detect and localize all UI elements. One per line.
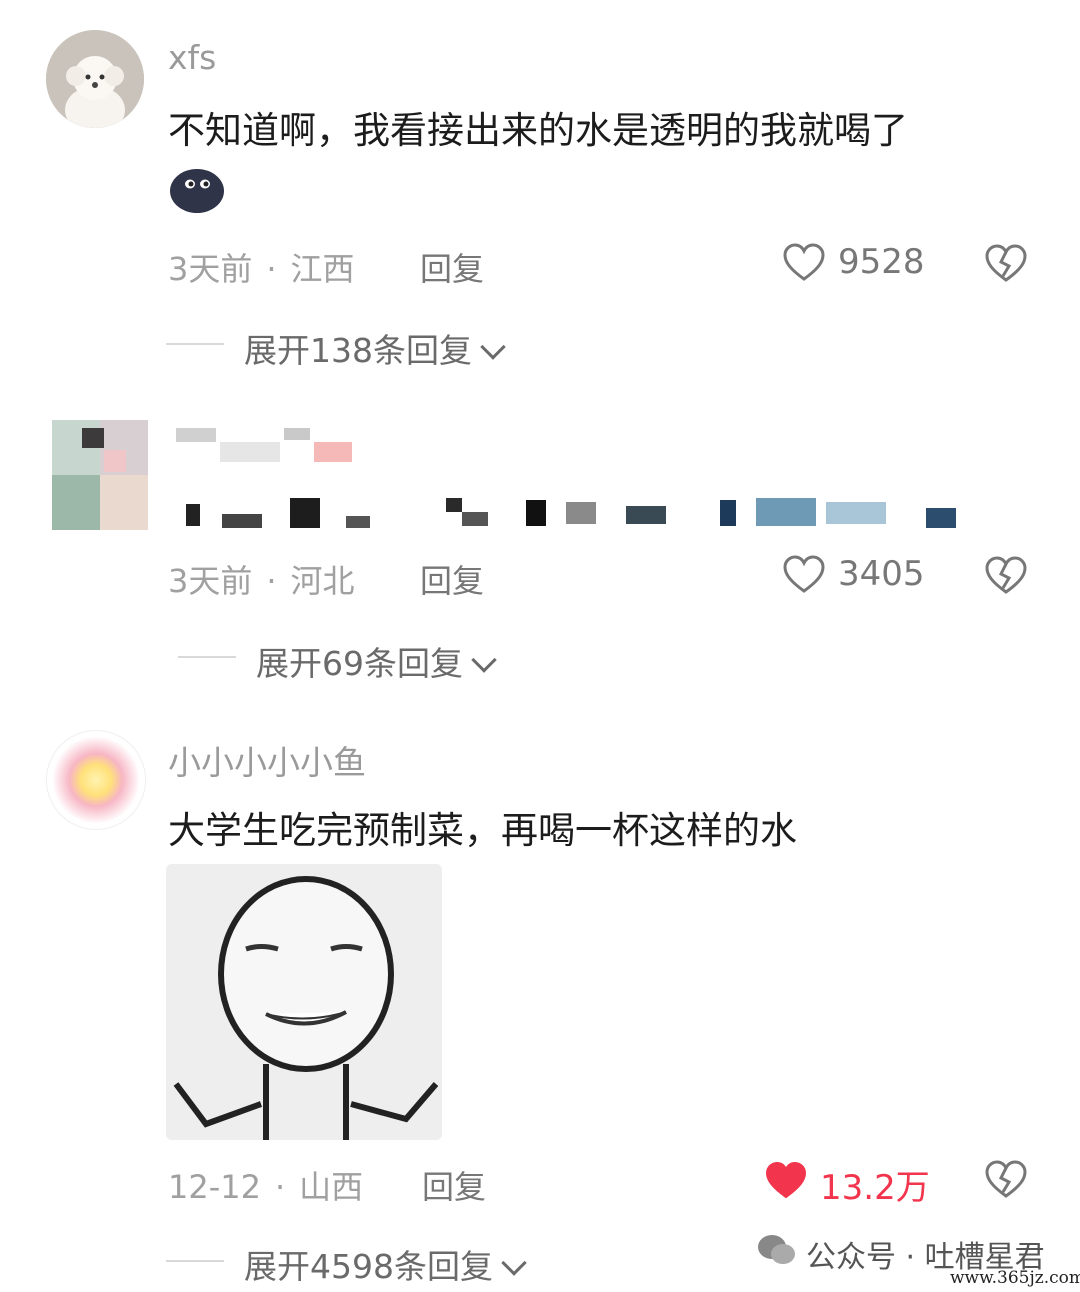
glow-circle-avatar-icon (47, 731, 145, 829)
comment-text: 大学生吃完预制菜，再喝一杯这样的水 (168, 809, 797, 852)
reply-button[interactable]: 回复 (420, 244, 484, 290)
user-avatar[interactable] (46, 730, 146, 830)
meta-separator: · (266, 250, 277, 288)
dog-avatar-icon (46, 30, 144, 128)
comment-text: 不知道啊，我看接出来的水是透明的我就喝了 (168, 109, 908, 152)
heart-icon[interactable] (782, 554, 826, 594)
broken-heart-icon[interactable] (984, 1158, 1028, 1200)
expand-replies-label: 展开4598条回复 (244, 1247, 493, 1286)
expand-replies-button[interactable]: 展开69条回复 (256, 637, 497, 685)
comment-location: 江西 (290, 250, 355, 288)
expand-divider (166, 1260, 224, 1262)
reply-button[interactable]: 回复 (422, 1162, 486, 1208)
comment-time: 3天前 (168, 250, 253, 288)
comment-meta: 3天前 · 江西 (168, 244, 355, 290)
expand-divider (166, 343, 224, 345)
expand-replies-button[interactable]: 展开138条回复 (244, 324, 506, 372)
comment-meta: 3天前 · 河北 (168, 556, 355, 602)
expand-replies-label: 展开138条回复 (244, 331, 472, 370)
chevron-down-icon (480, 334, 506, 360)
meta-separator: · (266, 562, 277, 600)
meta-separator: · (274, 1168, 286, 1206)
heart-filled-icon[interactable] (764, 1160, 808, 1200)
chevron-down-icon (501, 1250, 527, 1276)
expand-replies-button[interactable]: 展开4598条回复 (244, 1240, 527, 1288)
reply-button[interactable]: 回复 (420, 556, 484, 602)
wechat-logo-icon (756, 1232, 798, 1268)
broken-heart-icon[interactable] (984, 242, 1028, 284)
smiling-face-sticker[interactable] (166, 864, 442, 1140)
heart-icon[interactable] (782, 242, 826, 282)
pixelated-comment-text (186, 494, 966, 534)
expand-divider (178, 656, 236, 658)
dark-blob-emoji-icon (168, 164, 226, 214)
chevron-down-icon (471, 647, 497, 673)
like-count: 9528 (838, 242, 925, 282)
username[interactable]: xfs (168, 38, 216, 77)
pixelated-username (176, 428, 356, 462)
comment-location: 山西 (299, 1168, 364, 1206)
comment-meta: 12-12 · 山西 (168, 1162, 363, 1208)
comment-location: 河北 (290, 562, 355, 600)
pixelated-avatar[interactable] (52, 420, 148, 530)
watermark-url: www.365jz.com (950, 1268, 1080, 1288)
expand-replies-label: 展开69条回复 (256, 644, 463, 683)
like-count: 3405 (838, 554, 925, 594)
like-count: 13.2万 (820, 1168, 930, 1208)
comment-time: 12-12 (168, 1168, 261, 1206)
username[interactable]: 小小小小小鱼 (168, 736, 366, 784)
user-avatar[interactable] (46, 30, 144, 128)
comment-time: 3天前 (168, 562, 253, 600)
broken-heart-icon[interactable] (984, 554, 1028, 596)
